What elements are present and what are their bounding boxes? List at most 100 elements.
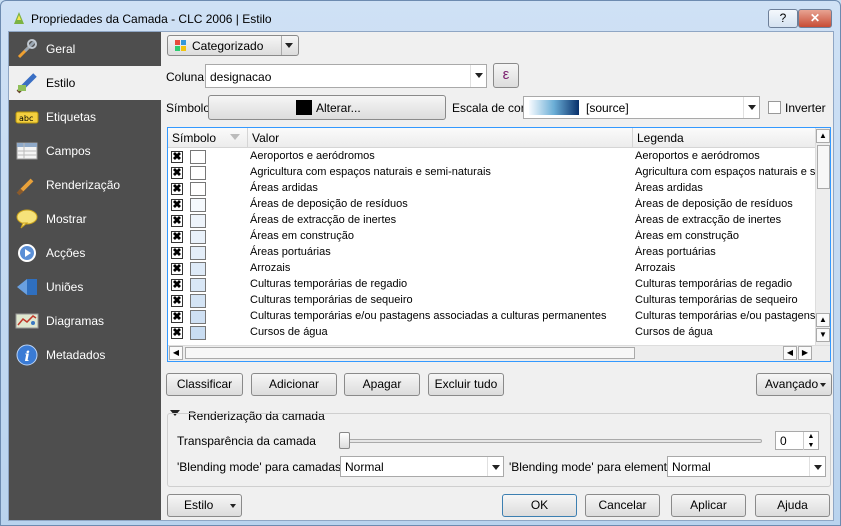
style-menu-button[interactable]: Estilo xyxy=(167,494,242,517)
column-header-value[interactable]: Valor xyxy=(248,128,633,148)
row-checkbox[interactable]: ✖ xyxy=(171,311,183,323)
color-ramp-dropdown[interactable]: [source] xyxy=(523,96,760,119)
row-checkbox[interactable]: ✖ xyxy=(171,215,183,227)
legend-cell[interactable]: Cursos de água xyxy=(635,326,815,338)
table-row[interactable]: ✖ Áreas ardidas Áreas ardidas xyxy=(168,181,815,197)
scroll-right-icon[interactable]: ▶ xyxy=(798,346,812,360)
table-row[interactable]: ✖ Áreas de extracção de inertes Áreas de e… xyxy=(168,213,815,229)
apply-button[interactable]: Aplicar xyxy=(671,494,746,517)
column-header-symbol[interactable]: Símbolo xyxy=(168,128,248,148)
table-row[interactable]: ✖ Aeroportos e aeródromos Aeroportos e aer… xyxy=(168,149,815,165)
spin-up-icon[interactable]: ▲ xyxy=(803,432,818,441)
value-cell[interactable]: Áreas portuárias xyxy=(250,246,331,258)
symbol-swatch[interactable] xyxy=(190,246,206,260)
legend-cell[interactable]: Áreas de deposição de resíduos xyxy=(635,198,815,210)
row-checkbox[interactable]: ✖ xyxy=(171,279,183,291)
row-checkbox[interactable]: ✖ xyxy=(171,247,183,259)
transparency-slider-handle[interactable] xyxy=(339,432,350,449)
column-header-legend[interactable]: Legenda xyxy=(633,128,815,148)
legend-cell[interactable]: Culturas temporárias de sequeiro xyxy=(635,294,815,306)
legend-cell[interactable]: Áreas portuárias xyxy=(635,246,815,258)
value-cell[interactable]: Áreas ardidas xyxy=(250,182,318,194)
table-row[interactable]: ✖ Agricultura com espaços naturais e semi… xyxy=(168,165,815,181)
table-row[interactable]: ✖ Culturas temporárias de regadio Culturas… xyxy=(168,277,815,293)
feature-blend-dropdown[interactable]: Normal xyxy=(667,456,826,477)
layer-blend-dropdown[interactable]: Normal xyxy=(340,456,504,477)
classify-button[interactable]: Classificar xyxy=(166,373,243,396)
table-row[interactable]: ✖ Culturas temporárias e/ou pastagens ass… xyxy=(168,309,815,325)
symbol-swatch[interactable] xyxy=(190,294,206,308)
symbol-swatch[interactable] xyxy=(190,214,206,228)
row-checkbox[interactable]: ✖ xyxy=(171,151,183,163)
scroll-thumb[interactable] xyxy=(185,347,635,359)
value-cell[interactable]: Culturas temporárias e/ou pastagens asso… xyxy=(250,310,606,322)
scroll-left-icon[interactable]: ◀ xyxy=(169,346,183,360)
symbol-swatch[interactable] xyxy=(190,310,206,324)
sidebar-item-diagramas[interactable]: Diagramas xyxy=(9,304,161,338)
scroll-down-icon[interactable]: ▼ xyxy=(816,328,830,342)
delete-button[interactable]: Apagar xyxy=(344,373,420,396)
legend-cell[interactable]: Aeroportos e aeródromos xyxy=(635,150,815,162)
close-window-button[interactable]: ✕ xyxy=(798,9,832,28)
table-row[interactable]: ✖ Áreas portuárias Áreas portuárias xyxy=(168,245,815,261)
legend-cell[interactable]: Agricultura com espaços naturais e semi-… xyxy=(635,166,815,178)
value-cell[interactable]: Áreas em construção xyxy=(250,230,354,242)
symbol-swatch[interactable] xyxy=(190,278,206,292)
delete-all-button[interactable]: Excluir tudo xyxy=(428,373,504,396)
table-row[interactable]: ✖ Cursos de água Cursos de água xyxy=(168,325,815,341)
value-cell[interactable]: Aeroportos e aeródromos xyxy=(250,150,375,162)
sidebar-item-estilo[interactable]: Estilo xyxy=(9,66,161,100)
legend-cell[interactable]: Áreas de extracção de inertes xyxy=(635,214,815,226)
legend-cell[interactable]: Culturas temporárias de regadio xyxy=(635,278,815,290)
column-dropdown[interactable]: designacao xyxy=(205,64,487,88)
row-checkbox[interactable]: ✖ xyxy=(171,199,183,211)
transparency-spinbox[interactable]: 0 ▲ ▼ xyxy=(775,431,819,450)
renderer-type-dropdown[interactable]: Categorizado xyxy=(167,35,299,56)
sidebar-item-etiquetas[interactable]: abc Etiquetas xyxy=(9,100,161,134)
vertical-scrollbar[interactable]: ▲ ▲ ▼ xyxy=(815,128,830,345)
symbol-swatch[interactable] xyxy=(190,182,206,196)
symbol-swatch[interactable] xyxy=(190,166,206,180)
scroll-up-icon[interactable]: ▲ xyxy=(816,313,830,327)
row-checkbox[interactable]: ✖ xyxy=(171,263,183,275)
value-cell[interactable]: Culturas temporárias de regadio xyxy=(250,278,407,290)
ok-button[interactable]: OK xyxy=(502,494,577,517)
sidebar-item-renderizacao[interactable]: Renderização xyxy=(9,168,161,202)
help-button[interactable]: Ajuda xyxy=(755,494,830,517)
sidebar-item-unioes[interactable]: Uniões xyxy=(9,270,161,304)
scroll-left-icon[interactable]: ◀ xyxy=(783,346,797,360)
advanced-dropdown-button[interactable]: Avançado xyxy=(756,373,832,396)
symbol-swatch[interactable] xyxy=(190,198,206,212)
legend-cell[interactable]: Culturas temporárias e/ou pastagens asso… xyxy=(635,310,815,322)
value-cell[interactable]: Áreas de deposição de resíduos xyxy=(250,198,408,210)
sidebar-item-accoes[interactable]: Acções xyxy=(9,236,161,270)
legend-cell[interactable]: Áreas em construção xyxy=(635,230,815,242)
horizontal-scrollbar[interactable]: ◀ ◀ ▶ xyxy=(168,345,830,361)
sidebar-item-mostrar[interactable]: Mostrar xyxy=(9,202,161,236)
table-row[interactable]: ✖ Áreas de deposição de resíduos Áreas de … xyxy=(168,197,815,213)
scroll-thumb[interactable] xyxy=(817,145,830,189)
table-row[interactable]: ✖ Culturas temporárias de sequeiro Cultura… xyxy=(168,293,815,309)
sidebar-item-metadados[interactable]: i Metadados xyxy=(9,338,161,372)
value-cell[interactable]: Áreas de extracção de inertes xyxy=(250,214,396,226)
sidebar-item-geral[interactable]: Geral xyxy=(9,32,161,66)
value-cell[interactable]: Arrozais xyxy=(250,262,290,274)
symbol-swatch[interactable] xyxy=(190,230,206,244)
row-checkbox[interactable]: ✖ xyxy=(171,183,183,195)
symbol-swatch[interactable] xyxy=(190,262,206,276)
value-cell[interactable]: Culturas temporárias de sequeiro xyxy=(250,294,413,306)
row-checkbox[interactable]: ✖ xyxy=(171,327,183,339)
table-row[interactable]: ✖ Áreas em construção Áreas em construção xyxy=(168,229,815,245)
change-symbol-button[interactable]: Alterar... xyxy=(208,95,446,120)
scroll-up-icon[interactable]: ▲ xyxy=(816,129,830,143)
cancel-button[interactable]: Cancelar xyxy=(585,494,660,517)
value-cell[interactable]: Agricultura com espaços naturais e semi-… xyxy=(250,166,491,178)
expression-button[interactable]: ε xyxy=(493,63,519,88)
row-checkbox[interactable]: ✖ xyxy=(171,231,183,243)
legend-cell[interactable]: Arrozais xyxy=(635,262,815,274)
value-cell[interactable]: Cursos de água xyxy=(250,326,328,338)
add-button[interactable]: Adicionar xyxy=(251,373,337,396)
legend-cell[interactable]: Áreas ardidas xyxy=(635,182,815,194)
symbol-swatch[interactable] xyxy=(190,150,206,164)
invert-checkbox[interactable] xyxy=(768,101,781,114)
